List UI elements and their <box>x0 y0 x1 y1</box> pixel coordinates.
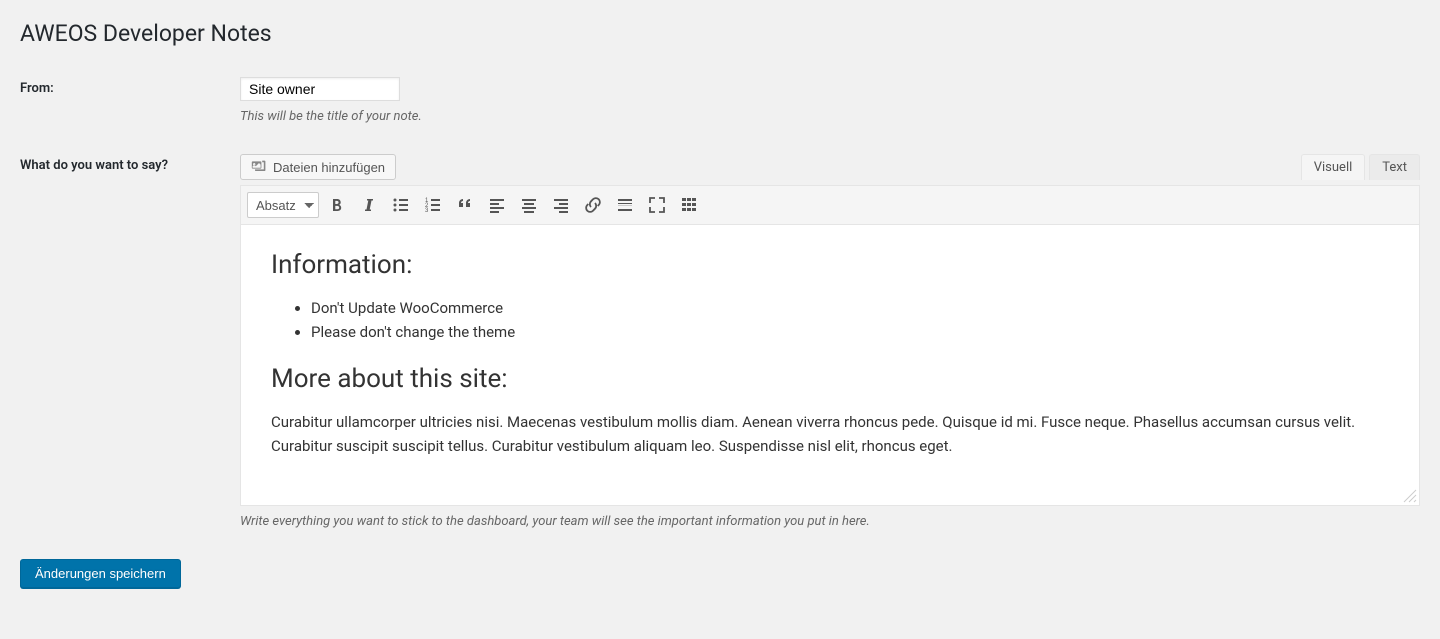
more-button[interactable] <box>611 192 639 218</box>
editor-toolbar: Absatz 123 <box>241 186 1419 225</box>
aligncenter-button[interactable] <box>515 192 543 218</box>
media-icon <box>251 159 267 175</box>
content-heading-2: More about this site: <box>271 364 1389 394</box>
from-helper: This will be the title of your note. <box>240 109 1420 124</box>
alignleft-button[interactable] <box>483 192 511 218</box>
link-button[interactable] <box>579 192 607 218</box>
kitchensink-button[interactable] <box>675 192 703 218</box>
content-heading-1: Information: <box>271 250 1389 280</box>
italic-button[interactable] <box>355 192 383 218</box>
from-label: From: <box>20 81 54 96</box>
body-label: What do you want to say? <box>20 158 168 173</box>
format-select[interactable]: Absatz <box>247 192 319 218</box>
page-title: AWEOS Developer Notes <box>20 20 1420 47</box>
add-media-button[interactable]: Dateien hinzufügen <box>240 154 396 180</box>
title-input[interactable] <box>240 77 400 101</box>
content-paragraph: Curabitur ullamcorper ultricies nisi. Ma… <box>271 410 1389 458</box>
svg-text:3: 3 <box>425 208 429 214</box>
editor-container: Absatz 123 <box>240 185 1420 506</box>
tab-visual[interactable]: Visuell <box>1301 154 1366 180</box>
bullist-button[interactable] <box>387 192 415 218</box>
bold-button[interactable] <box>323 192 351 218</box>
fullscreen-button[interactable] <box>643 192 671 218</box>
resize-handle[interactable] <box>1403 489 1417 503</box>
add-media-label: Dateien hinzufügen <box>273 160 385 175</box>
editor-content[interactable]: Information: Don't Update WooCommerce Pl… <box>241 225 1419 505</box>
alignright-button[interactable] <box>547 192 575 218</box>
body-helper: Write everything you want to stick to th… <box>240 514 1420 529</box>
list-item: Please don't change the theme <box>311 320 1389 344</box>
list-item: Don't Update WooCommerce <box>311 296 1389 320</box>
save-button[interactable]: Änderungen speichern <box>20 559 181 588</box>
numlist-button[interactable]: 123 <box>419 192 447 218</box>
blockquote-button[interactable] <box>451 192 479 218</box>
tab-text[interactable]: Text <box>1369 154 1420 180</box>
